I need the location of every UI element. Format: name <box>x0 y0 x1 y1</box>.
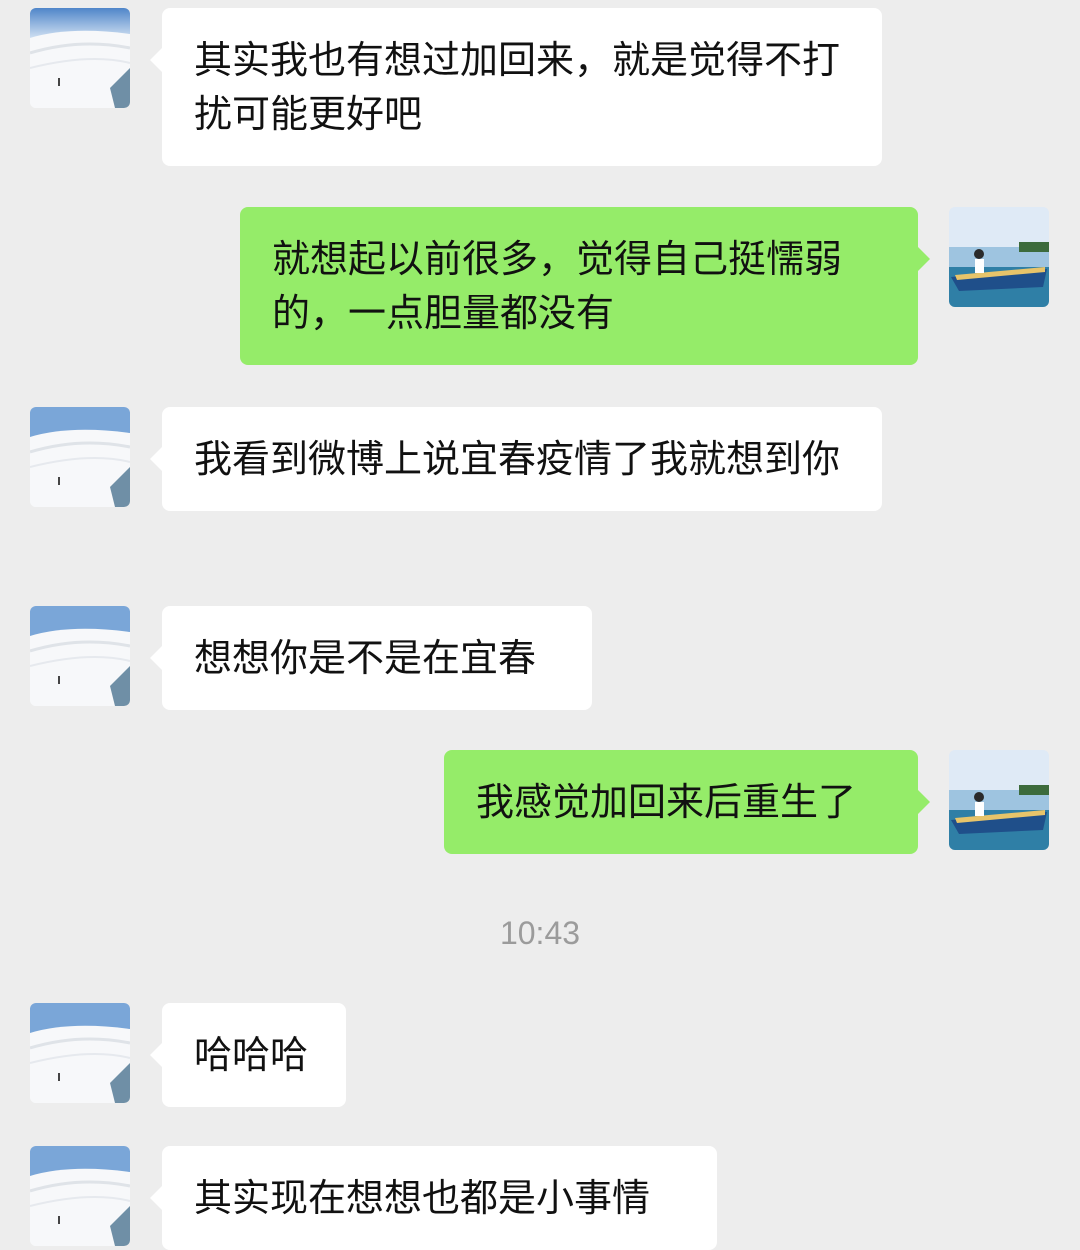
contact-avatar[interactable] <box>30 606 130 706</box>
message-text: 我看到微博上说宜春疫情了我就想到你 <box>194 437 841 481</box>
white-architecture-avatar-icon <box>30 8 130 108</box>
message-bubble[interactable]: 就想起以前很多，觉得自己挺懦弱的，一点胆量都没有 <box>240 207 930 365</box>
boat-photo-avatar-icon <box>949 207 1049 307</box>
message-bubble[interactable]: 哈哈哈 <box>150 1003 346 1107</box>
contact-avatar[interactable] <box>30 8 130 108</box>
contact-avatar[interactable] <box>30 407 130 507</box>
message-text: 其实现在想想也都是小事情 <box>194 1176 651 1220</box>
message-text: 想想你是不是在宜春 <box>194 636 537 680</box>
my-avatar[interactable] <box>949 750 1049 850</box>
message-bubble[interactable]: 想想你是不是在宜春 <box>150 606 592 710</box>
message-text: 就想起以前很多，觉得自己挺懦弱的，一点胆量都没有 <box>272 237 843 335</box>
message-text: 我感觉加回来后重生了 <box>476 780 857 824</box>
message-timestamp: 10:43 <box>499 915 581 951</box>
message-bubble[interactable]: 我感觉加回来后重生了 <box>444 750 930 854</box>
message-bubble[interactable]: 我看到微博上说宜春疫情了我就想到你 <box>150 407 882 511</box>
boat-photo-avatar-icon <box>949 750 1049 850</box>
white-architecture-avatar-icon <box>30 606 130 706</box>
white-architecture-avatar-icon <box>30 407 130 507</box>
contact-avatar[interactable] <box>30 1003 130 1103</box>
message-bubble[interactable]: 其实现在想想也都是小事情 <box>150 1146 717 1250</box>
white-architecture-avatar-icon <box>30 1146 130 1246</box>
my-avatar[interactable] <box>949 207 1049 307</box>
message-text: 其实我也有想过加回来，就是觉得不打扰可能更好吧 <box>194 38 841 136</box>
message-bubble[interactable]: 其实我也有想过加回来，就是觉得不打扰可能更好吧 <box>150 8 882 166</box>
white-architecture-avatar-icon <box>30 1003 130 1103</box>
contact-avatar[interactable] <box>30 1146 130 1246</box>
message-text: 哈哈哈 <box>194 1033 309 1077</box>
